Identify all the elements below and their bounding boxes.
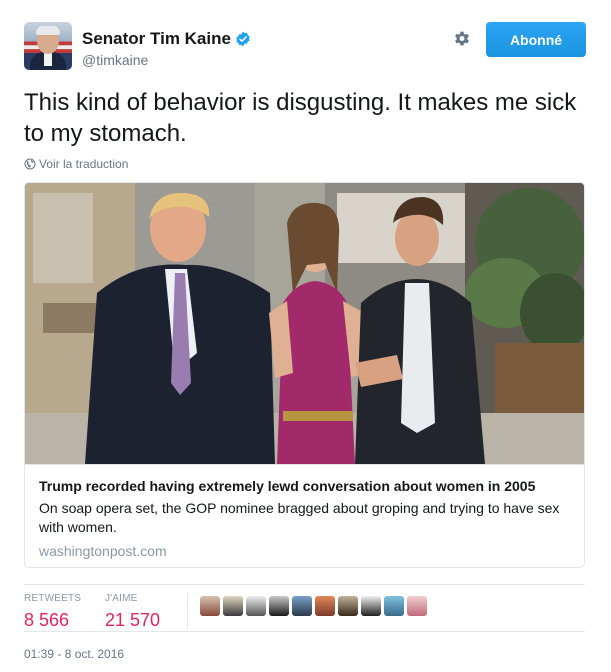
tweet-text: This kind of behavior is disgusting. It … bbox=[24, 89, 577, 147]
card-body: Trump recorded having extremely lewd con… bbox=[25, 464, 584, 567]
gear-icon[interactable] bbox=[452, 30, 472, 50]
likes-label: J'AIME bbox=[105, 593, 138, 604]
card-description: On soap opera set, the GOP nominee bragg… bbox=[39, 500, 560, 535]
globe-icon bbox=[24, 158, 36, 170]
liker-avatar[interactable] bbox=[292, 596, 312, 616]
card-title: Trump recorded having extremely lewd con… bbox=[39, 478, 536, 494]
liker-avatars bbox=[200, 596, 430, 616]
likes-count: 21 570 bbox=[105, 610, 161, 630]
liker-avatar[interactable] bbox=[269, 596, 289, 616]
author-display-name[interactable]: Senator Tim Kaine bbox=[82, 29, 231, 49]
liker-avatar[interactable] bbox=[246, 596, 266, 616]
liker-avatar[interactable] bbox=[338, 596, 358, 616]
liker-avatar[interactable] bbox=[407, 596, 427, 616]
translate-label: Voir la traduction bbox=[39, 157, 129, 171]
stats-divider-bottom bbox=[24, 631, 585, 632]
stats-vertical-divider bbox=[187, 593, 188, 629]
follow-button[interactable]: Abonné bbox=[486, 22, 586, 57]
profile-avatar[interactable] bbox=[24, 22, 72, 70]
author-name-line: Senator Tim Kaine bbox=[82, 29, 251, 49]
retweets-stat[interactable]: RETWEETS 8 566 bbox=[24, 593, 81, 631]
card-photo bbox=[25, 183, 584, 464]
liker-avatar[interactable] bbox=[223, 596, 243, 616]
card-domain: washingtonpost.com bbox=[39, 543, 167, 559]
retweets-label: RETWEETS bbox=[24, 593, 82, 604]
avatar-collar bbox=[44, 52, 52, 66]
tweet-header: Senator Tim Kaine @timkaine Abonné bbox=[24, 22, 586, 72]
link-card[interactable]: Trump recorded having extremely lewd con… bbox=[24, 182, 585, 568]
liker-avatar[interactable] bbox=[384, 596, 404, 616]
liker-avatar[interactable] bbox=[200, 596, 220, 616]
stats-divider-top bbox=[24, 584, 585, 585]
card-image[interactable] bbox=[25, 183, 584, 464]
liker-avatar[interactable] bbox=[315, 596, 335, 616]
avatar-hair bbox=[36, 26, 60, 35]
retweets-count: 8 566 bbox=[24, 610, 70, 630]
verified-badge-icon bbox=[236, 31, 250, 47]
liker-avatar[interactable] bbox=[361, 596, 381, 616]
author-handle[interactable]: @timkaine bbox=[82, 52, 148, 68]
translate-link[interactable]: Voir la traduction bbox=[24, 157, 128, 171]
tweet-timestamp[interactable]: 01:39 - 8 oct. 2016 bbox=[24, 647, 124, 661]
likes-stat[interactable]: J'AIME 21 570 bbox=[105, 593, 160, 631]
